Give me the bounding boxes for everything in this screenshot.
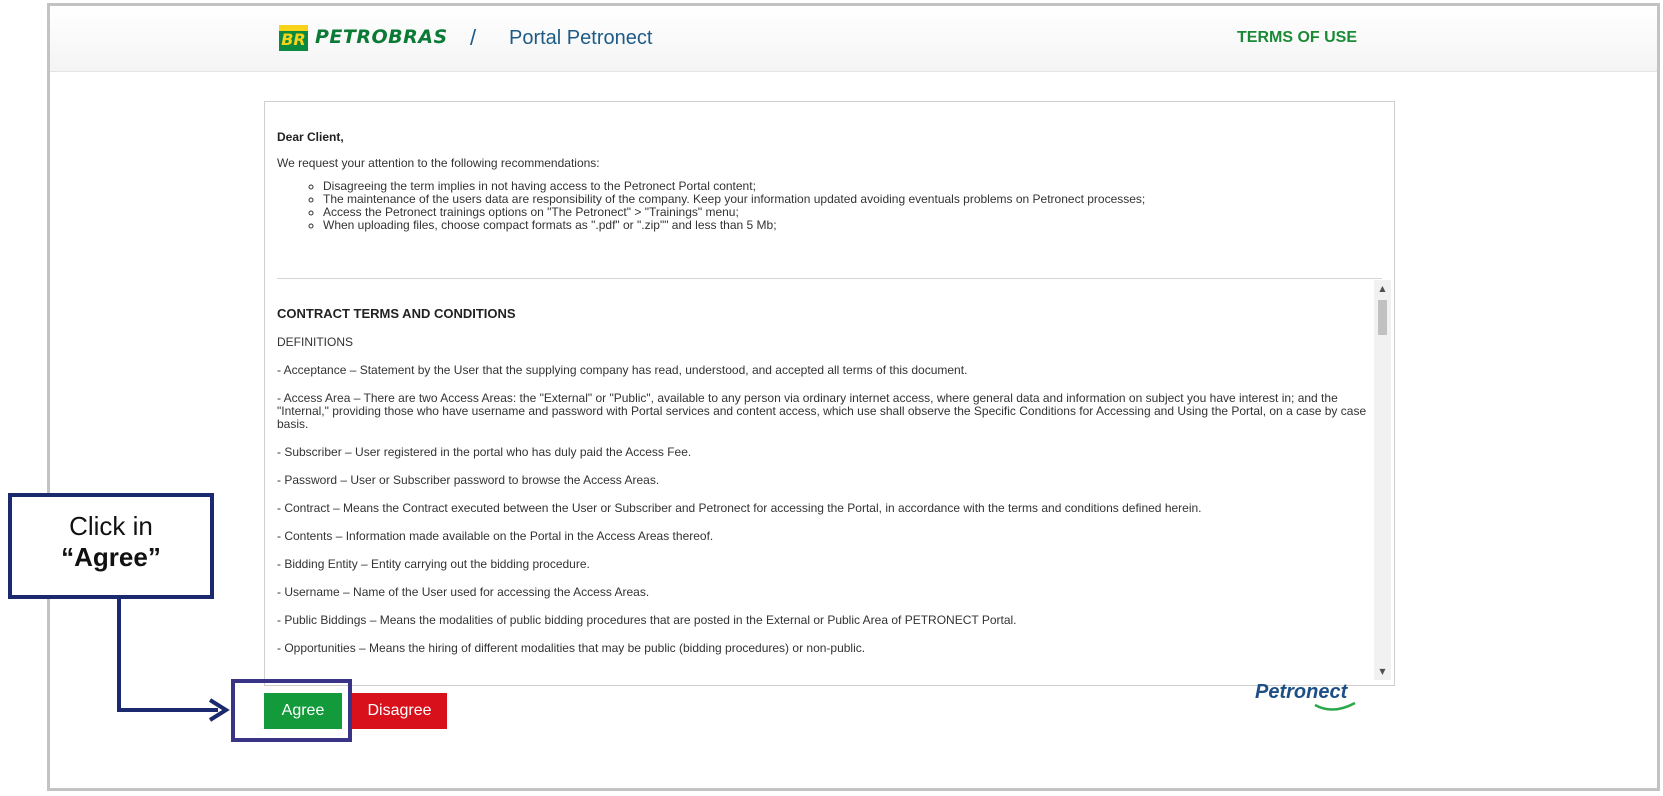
terms-paragraph: - Password – User or Subscriber password…: [277, 473, 660, 487]
petronect-logo: Petronect: [1255, 681, 1395, 721]
recommendations-list: Disagreeing the term implies in not havi…: [277, 180, 1382, 232]
header-separator: /: [470, 25, 477, 50]
terms-title: CONTRACT TERMS AND CONDITIONS: [277, 306, 516, 321]
scroll-thumb[interactable]: [1378, 300, 1387, 335]
br-logo-icon: BR: [279, 25, 308, 51]
terms-scroll-area[interactable]: CONTRACT TERMS AND CONDITIONS DEFINITION…: [277, 280, 1391, 680]
petrobras-brand: PETROBRAS: [315, 26, 448, 48]
recommendations-section: Dear Client, We request your attention t…: [277, 130, 1382, 232]
terms-paragraph: - Opportunities – Means the hiring of di…: [277, 641, 866, 655]
terms-paragraph: DEFINITIONS: [277, 335, 354, 349]
header-bar: BR PETROBRAS / Portal Petronect TERMS OF…: [50, 6, 1657, 72]
scroll-down-arrow-icon[interactable]: ▼: [1374, 663, 1391, 680]
section-divider: [277, 278, 1382, 279]
vertical-scrollbar[interactable]: ▲ ▼: [1374, 280, 1391, 680]
browser-page: BR PETROBRAS / Portal Petronect TERMS OF…: [47, 3, 1660, 791]
terms-panel: Dear Client, We request your attention t…: [264, 101, 1395, 686]
terms-paragraph: - Subscriber – User registered in the po…: [277, 445, 692, 459]
terms-paragraph: - Acceptance – Statement by the User tha…: [277, 363, 968, 377]
terms-paragraph: - Access Area – There are two Access Are…: [277, 391, 1367, 431]
terms-paragraph: - Contract – Means the Contract executed…: [277, 501, 1202, 515]
terms-paragraph: - Public Biddings – Means the modalities…: [277, 613, 1017, 627]
instruction-callout: Click in “Agree”: [8, 493, 214, 599]
terms-of-use-link[interactable]: TERMS OF USE: [1237, 29, 1357, 47]
callout-text-line1: Click in: [69, 511, 153, 541]
terms-text: CONTRACT TERMS AND CONDITIONS DEFINITION…: [277, 280, 1373, 670]
agree-highlight-box: [231, 679, 352, 742]
intro-text: We request your attention to the followi…: [277, 156, 600, 170]
portal-title: Portal Petronect: [509, 27, 653, 49]
scroll-up-arrow-icon[interactable]: ▲: [1374, 280, 1391, 297]
greeting-text: Dear Client,: [277, 130, 344, 144]
petronect-swoosh-icon: [1314, 701, 1356, 711]
terms-paragraph: - Bidding Entity – Entity carrying out t…: [277, 557, 590, 571]
list-item: When uploading files, choose compact for…: [323, 219, 1382, 232]
terms-paragraph: - Username – Name of the User used for a…: [277, 585, 650, 599]
disagree-button[interactable]: Disagree: [352, 693, 447, 729]
callout-text-line2: “Agree”: [61, 542, 161, 572]
terms-paragraph: - Contents – Information made available …: [277, 529, 714, 543]
